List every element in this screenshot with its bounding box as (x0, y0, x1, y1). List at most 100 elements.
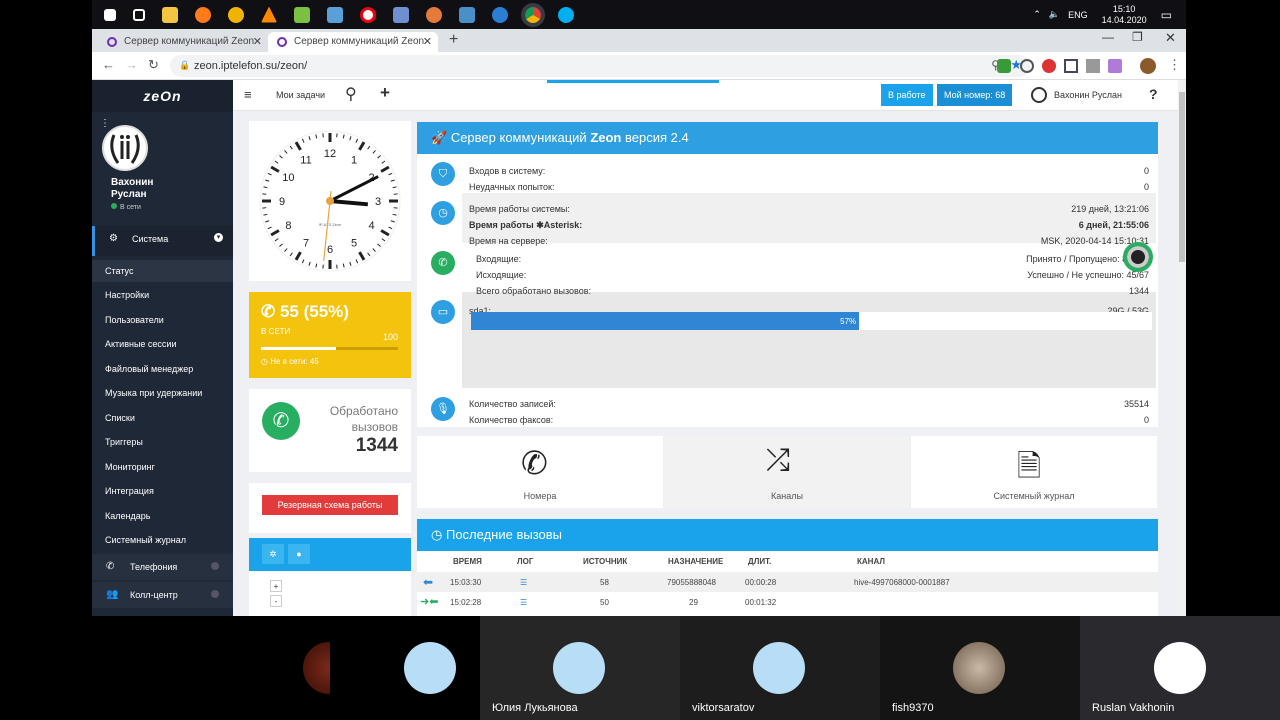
firefox-icon[interactable] (195, 6, 211, 23)
extension-icon[interactable] (1108, 59, 1122, 73)
menu-telephony[interactable]: ✆ Телефония (92, 554, 233, 580)
browser-tab-active[interactable]: Сервер коммуникаций Zeon ✕ (268, 32, 438, 52)
log-icon[interactable]: ☰ (520, 578, 527, 587)
menu-item-status[interactable]: Статус (92, 260, 233, 282)
participant-tile[interactable]: viktorsaratov (680, 616, 880, 720)
notifications-icon[interactable]: ▭ (1161, 8, 1172, 22)
participant-tile[interactable]: fish9370 (880, 616, 1080, 720)
browser-menu-icon[interactable]: ⋮ (1168, 57, 1181, 73)
col-duration[interactable]: ДЛИТ. (748, 557, 771, 566)
skype-icon[interactable] (558, 6, 574, 23)
yandex-browser-icon[interactable] (360, 6, 376, 23)
phone-icon: ✆ (106, 561, 115, 572)
col-log[interactable]: ЛОГ (517, 557, 533, 566)
help-icon[interactable]: ? (1149, 86, 1158, 102)
table-row[interactable]: ⬅ 15:03:30 ☰ 58 79055888048 00:00:28 hiv… (417, 572, 1158, 592)
adblock-icon[interactable] (1042, 59, 1056, 73)
clock-icon: ◷ (431, 527, 446, 542)
add-icon[interactable]: + (380, 83, 390, 103)
menu-item[interactable]: Системный журнал (105, 535, 186, 545)
app-icon[interactable] (327, 6, 343, 23)
extension-icon[interactable] (1064, 59, 1078, 73)
chevron-up-icon[interactable]: ⌃ (1033, 9, 1041, 20)
system-clock[interactable]: 15:10 14.04.2020 (1102, 4, 1147, 26)
extension-icon[interactable] (1020, 59, 1034, 73)
user-name-link[interactable]: Вахонин Руслан (1054, 90, 1122, 100)
forward-icon[interactable]: → (125, 57, 138, 72)
table-row[interactable]: ➜⬅ 15:02:28 ☰ 50 29 00:01:32 (417, 592, 1158, 612)
col-source[interactable]: ИСТОЧНИК (583, 557, 627, 566)
participant-tile[interactable]: Юлия Лукьянова (480, 616, 680, 720)
zoom-in-icon[interactable]: + (270, 580, 282, 592)
file-explorer-icon[interactable] (162, 6, 178, 23)
menu-item[interactable]: Мониторинг (105, 462, 155, 472)
address-bar[interactable]: 🔒 zeon.iptelefon.su/zeon/ ⚲ ★ (170, 55, 1030, 77)
col-destination[interactable]: НАЗНАЧЕНИЕ (668, 557, 723, 566)
server-info-row: Время работы ✱Asterisk: 6 дней, 21:55:06 (469, 220, 1149, 230)
windows-start-icon[interactable] (104, 8, 116, 21)
card-channels[interactable]: ⤮ Каналы (664, 436, 910, 508)
vlc-icon[interactable] (261, 6, 277, 23)
zeon-app: zeOn ⋮ Вахонин Руслан В сети ⚙ Система ▾ … (92, 80, 1186, 616)
app-icon[interactable] (459, 6, 475, 23)
task-view-icon[interactable] (133, 8, 145, 21)
browser-tab[interactable]: Сервер коммуникаций Zeon ✕ (98, 32, 268, 52)
reload-icon[interactable]: ↻ (148, 57, 159, 73)
edge-icon[interactable] (492, 6, 508, 23)
extension-icon[interactable] (997, 59, 1011, 73)
back-icon[interactable]: ← (102, 57, 115, 72)
card-numbers[interactable]: ✆ Номера (417, 436, 663, 508)
maximize-icon[interactable]: ❐ (1132, 30, 1143, 44)
extension-icon[interactable] (1086, 59, 1100, 73)
bug-icon[interactable]: ✲ (262, 544, 284, 564)
scrollbar[interactable] (1178, 80, 1186, 616)
log-icon[interactable]: ☰ (520, 598, 527, 607)
menu-item[interactable]: Файловый менеджер (105, 364, 193, 374)
minimize-icon[interactable]: — (1102, 30, 1114, 44)
menu-item[interactable]: Триггеры (105, 437, 143, 447)
online-widget[interactable]: ✆ 55 (55%) В СЕТИ 100 ◷ Не в сети: 45 (249, 292, 411, 378)
status-work-button[interactable]: В работе (881, 84, 933, 106)
participant-tile[interactable] (330, 616, 480, 720)
search-icon[interactable]: ⚲ (345, 84, 357, 104)
app-icon[interactable] (228, 6, 244, 23)
menu-item[interactable]: Календарь (105, 511, 150, 521)
menu-item[interactable]: Активные сессии (105, 339, 176, 349)
system-tray: ⌃ 🔈 ENG 15:10 14.04.2020 ▭ (1029, 0, 1186, 29)
col-time[interactable]: ВРЕМЯ (453, 557, 482, 566)
close-tab-icon[interactable]: ✕ (253, 35, 262, 48)
menu-item[interactable]: Музыка при удержании (105, 388, 202, 398)
menu-system[interactable]: ⚙ Система ▾ (92, 226, 233, 256)
menu-call-center[interactable]: 👥 Колл-центр (92, 582, 233, 608)
app-icon[interactable] (294, 6, 310, 23)
hamburger-icon[interactable]: ≡ (244, 87, 252, 102)
app-icon[interactable] (426, 6, 442, 23)
menu-item[interactable]: Настройки (105, 290, 149, 300)
app-icon[interactable] (393, 6, 409, 23)
avatar[interactable] (102, 125, 148, 171)
chrome-icon[interactable] (525, 6, 541, 23)
close-window-icon[interactable]: ✕ (1165, 30, 1176, 46)
my-tasks-link[interactable]: Мои задачи (276, 90, 325, 100)
volume-icon[interactable]: 🔈 (1049, 9, 1060, 20)
menu-item[interactable]: Интеграция (105, 486, 154, 496)
col-channel[interactable]: КАНАЛ (857, 557, 885, 566)
microphone-icon: 🎙 (431, 397, 455, 421)
user-avatar-icon[interactable] (1031, 87, 1047, 103)
server-info-row: Неудачных попыток: 0 (469, 182, 1149, 192)
logo[interactable]: zeOn (92, 80, 233, 112)
card-system-log[interactable]: 🗎 Системный журнал (911, 436, 1157, 508)
participant-tile[interactable]: Ruslan Vakhonin (1080, 616, 1280, 720)
reserve-scheme-button[interactable]: Резервная схема работы (262, 495, 398, 515)
language-indicator[interactable]: ENG (1068, 10, 1088, 20)
user-icon[interactable]: ● (288, 544, 310, 564)
hdd-icon: ▭ (431, 300, 455, 324)
zoom-out-icon[interactable]: - (270, 595, 282, 607)
profile-avatar[interactable] (1140, 58, 1156, 74)
menu-item[interactable]: Списки (105, 413, 135, 423)
close-tab-icon[interactable]: ✕ (423, 35, 432, 48)
new-tab-icon[interactable]: + (449, 31, 458, 49)
my-number-button[interactable]: Мой номер: 68 (937, 84, 1013, 106)
gears-icon: ⚙ (109, 233, 118, 244)
menu-item[interactable]: Пользователи (105, 315, 164, 325)
